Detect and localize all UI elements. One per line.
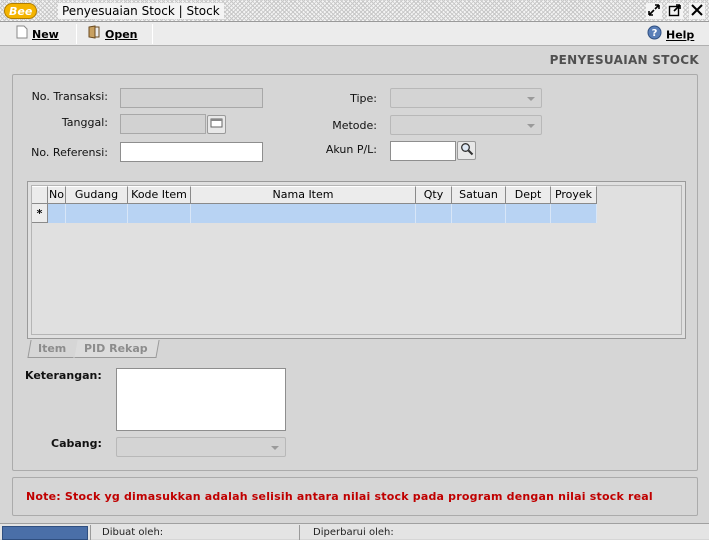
cabang-label: Cabang: <box>51 437 102 450</box>
keterangan-label: Keterangan: <box>25 369 102 382</box>
status-divider <box>90 525 91 540</box>
tab-item-label: Item <box>38 342 67 355</box>
column-header-gudang[interactable]: Gudang <box>66 186 128 204</box>
open-button[interactable]: Open <box>87 25 138 43</box>
open-folder-icon <box>87 25 101 45</box>
no-referensi-input[interactable] <box>120 142 263 162</box>
note-box: Note: Stock yg dimasukkan adalah selisih… <box>12 477 698 516</box>
column-header-kode-item[interactable]: Kode Item <box>128 186 191 204</box>
toolbar-separator <box>76 24 77 44</box>
tab-item[interactable]: Item <box>27 340 77 358</box>
column-header-satuan[interactable]: Satuan <box>452 186 506 204</box>
status-indicator <box>2 526 88 540</box>
status-divider <box>299 525 300 540</box>
window-title: Penyesuaian Stock | Stock <box>58 3 224 19</box>
table-row-cell[interactable] <box>551 204 597 223</box>
tipe-label: Tipe: <box>350 92 377 105</box>
no-referensi-label: No. Referensi: <box>31 146 108 159</box>
diperbarui-oleh-label: Diperbarui oleh: <box>313 527 394 538</box>
tipe-select[interactable] <box>390 88 542 108</box>
status-bar: Dibuat oleh: Diperbarui oleh: <box>0 523 709 540</box>
cabang-select[interactable] <box>116 437 286 457</box>
main-panel: No. Transaksi: Tanggal: No. Referensi: T… <box>12 74 698 471</box>
column-header-dept[interactable]: Dept <box>506 186 551 204</box>
table-row-cell[interactable] <box>48 204 66 223</box>
tanggal-label: Tanggal: <box>61 116 108 129</box>
restore-icon[interactable] <box>646 3 662 19</box>
app-logo-text: Bee <box>9 5 33 18</box>
search-icon[interactable] <box>457 141 476 160</box>
svg-text:?: ? <box>652 28 658 39</box>
new-row-marker: * <box>32 204 48 223</box>
item-grid-body: No Gudang Kode Item Nama Item Qty Satuan… <box>31 185 682 335</box>
tab-pid-rekap-label: PID Rekap <box>84 342 148 355</box>
tanggal-field[interactable] <box>120 114 206 134</box>
open-button-label: Open <box>105 28 138 41</box>
toolbar-separator <box>152 24 153 44</box>
metode-label: Metode: <box>332 119 377 132</box>
help-icon: ? <box>647 25 662 46</box>
no-transaksi-field[interactable] <box>120 88 263 108</box>
table-row-cell[interactable] <box>452 204 506 223</box>
column-header-no[interactable]: No <box>48 186 66 204</box>
new-button-label: New <box>32 28 59 41</box>
column-header-nama-item[interactable]: Nama Item <box>191 186 416 204</box>
calendar-icon[interactable] <box>207 115 226 134</box>
table-row-cell[interactable] <box>66 204 128 223</box>
help-button-label: Help <box>666 28 695 42</box>
table-row-cell[interactable] <box>128 204 191 223</box>
tab-pid-rekap[interactable]: PID Rekap <box>74 340 160 358</box>
close-icon[interactable] <box>689 3 705 19</box>
help-button[interactable]: ? Help <box>647 25 694 43</box>
no-transaksi-label: No. Transaksi: <box>31 90 108 103</box>
item-grid: No Gudang Kode Item Nama Item Qty Satuan… <box>27 181 686 339</box>
dibuat-oleh-label: Dibuat oleh: <box>102 527 164 538</box>
keterangan-textarea[interactable] <box>116 368 286 431</box>
table-row-cell[interactable] <box>506 204 551 223</box>
grid-corner <box>32 186 48 204</box>
page-title: PENYESUAIAN STOCK <box>549 53 699 67</box>
toolbar: New Open ? Help <box>0 22 709 46</box>
new-document-icon <box>16 25 28 45</box>
maximize-icon[interactable] <box>667 3 683 19</box>
column-header-proyek[interactable]: Proyek <box>551 186 597 204</box>
new-button[interactable]: New <box>16 25 59 43</box>
app-logo: Bee <box>4 3 38 19</box>
metode-select[interactable] <box>390 115 542 135</box>
title-bar: Bee Penyesuaian Stock | Stock <box>0 0 709 22</box>
note-text: Note: Stock yg dimasukkan adalah selisih… <box>26 490 653 503</box>
akun-pl-label: Akun P/L: <box>325 143 377 156</box>
column-header-qty[interactable]: Qty <box>416 186 452 204</box>
table-row-cell[interactable] <box>416 204 452 223</box>
akun-pl-input[interactable] <box>390 141 456 161</box>
table-row-cell[interactable] <box>191 204 416 223</box>
